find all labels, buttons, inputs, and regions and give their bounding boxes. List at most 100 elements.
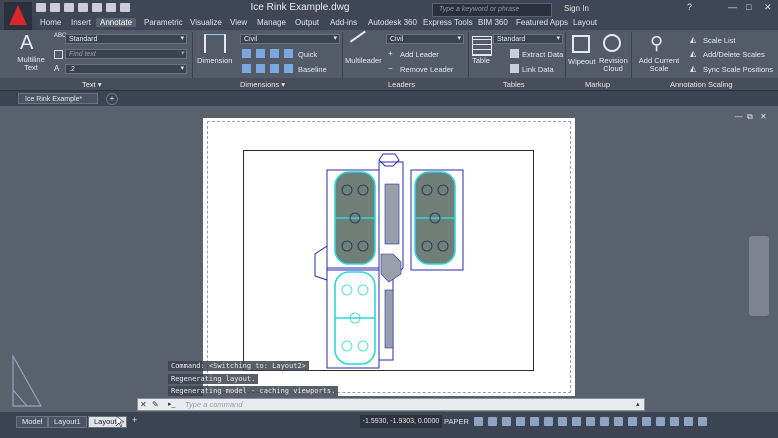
ordinate-dim-icon[interactable] [270,64,279,73]
tab-featured-apps[interactable]: Featured Apps [516,18,568,27]
add-leader-icon[interactable]: + [388,49,397,58]
save-icon[interactable] [64,3,74,13]
print-icon[interactable] [92,3,102,13]
tab-express-tools[interactable]: Express Tools [423,18,473,27]
plus-icon[interactable] [628,417,637,427]
transparency-icon[interactable] [572,417,581,427]
dimension-icon[interactable] [204,34,226,53]
sync-scale-positions-label[interactable]: Sync Scale Positions [703,65,773,74]
tab-manage[interactable]: Manage [257,18,286,27]
wipeout-icon[interactable] [572,35,590,53]
workspace-gear-icon[interactable] [614,417,623,427]
add-current-scale-icon[interactable]: ⚲ [650,34,668,52]
annotation-monitor-icon[interactable] [600,417,609,427]
revision-cloud-icon[interactable] [603,34,621,52]
tab-annotate[interactable]: Annotate [96,18,137,27]
tab-autodesk-360[interactable]: Autodesk 360 [368,18,417,27]
link-data-label[interactable]: Link Data [522,65,554,74]
command-history-toggle-icon[interactable]: ▴ [636,400,640,408]
add-current-scale-label[interactable]: Add Current Scale [637,57,681,73]
viewport-restore-button[interactable]: ⧉ [747,112,753,122]
viewport-close-button[interactable]: ✕ [760,112,767,121]
multileader-icon[interactable] [349,30,377,58]
clean-screen-icon[interactable] [684,417,693,427]
tab-view[interactable]: View [230,18,247,27]
check-spelling-icon[interactable]: ABC [54,33,66,42]
tab-add-ins[interactable]: Add-ins [330,18,357,27]
annotation-scaling-panel-label[interactable]: Annotation Scaling [670,80,733,89]
tab-output[interactable]: Output [295,18,319,27]
aligned-dim-icon[interactable] [256,49,265,58]
table-label[interactable]: Table [472,56,490,65]
document-tab[interactable]: Ice Rink Example* [18,93,98,104]
coordinates-readout[interactable]: -1.5930, -1.9303, 0.0000 [360,415,442,428]
remove-leader-label[interactable]: Remove Leader [400,65,453,74]
quick-dim-icon[interactable] [284,49,293,58]
wipeout-label[interactable]: Wipeout [568,57,596,66]
quick-label[interactable]: Quick [298,50,317,59]
extract-data-icon[interactable] [510,49,519,58]
multiline-text-label[interactable]: Multiline Text [16,56,46,72]
help-button[interactable]: ? [687,2,692,12]
tab-visualize[interactable]: Visualize [190,18,222,27]
add-delete-scales-icon[interactable]: ◭ [690,49,699,58]
tables-panel-label[interactable]: Tables [503,80,525,89]
customization-menu-icon[interactable] [698,417,707,427]
maximize-button[interactable]: □ [746,2,751,12]
diameter-dim-icon[interactable] [256,64,265,73]
find-text-input[interactable]: Find text [65,49,187,59]
dimension-style-select[interactable]: Civil [240,34,340,44]
baseline-label[interactable]: Baseline [298,65,327,74]
redo-icon[interactable] [120,3,130,13]
find-icon[interactable] [54,50,63,59]
paper-space-toggle[interactable]: PAPER [444,415,469,428]
application-menu-button[interactable] [4,2,32,30]
navigation-bar[interactable] [749,236,769,316]
revision-cloud-label[interactable]: Revision Cloud [599,57,628,73]
snap-icon[interactable] [488,417,497,427]
scale-list-label[interactable]: Scale List [703,36,736,45]
text-panel-label[interactable]: Text ▾ [82,80,102,89]
sync-scale-icon[interactable]: ◭ [690,64,699,73]
dimensions-panel-label[interactable]: Dimensions ▾ [240,80,285,89]
tab-layout1[interactable]: Layout1 [48,416,87,428]
close-command-line-icon[interactable]: ✕ [140,400,147,409]
osnap-icon[interactable] [530,417,539,427]
scale-list-icon[interactable]: ◭ [690,35,699,44]
customize-icon[interactable]: ✎ [152,400,159,409]
tab-bim-360[interactable]: BIM 360 [478,18,508,27]
linear-dim-icon[interactable] [242,49,251,58]
command-input[interactable]: Type a command [185,400,242,409]
lock-icon[interactable] [642,417,651,427]
new-tab-button[interactable]: + [106,93,118,105]
text-height-select[interactable]: .2 [65,64,187,74]
table-style-select[interactable]: Standard [493,34,563,44]
undo-icon[interactable] [106,3,116,13]
link-data-icon[interactable] [510,64,519,73]
text-style-select[interactable]: Standard [65,34,187,44]
multiline-text-icon[interactable]: A [20,33,38,53]
angular-dim-icon[interactable] [270,49,279,58]
lineweight-icon[interactable] [558,417,567,427]
tab-model[interactable]: Model [16,416,49,428]
otrack-icon[interactable] [544,417,553,427]
new-icon[interactable] [36,3,46,13]
close-button[interactable]: ✕ [764,2,772,13]
tab-insert[interactable]: Insert [71,18,91,27]
baseline-dim-icon[interactable] [284,64,293,73]
add-leader-label[interactable]: Add Leader [400,50,439,59]
tab-parametric[interactable]: Parametric [144,18,183,27]
isolate-icon[interactable] [656,417,665,427]
selection-cycling-icon[interactable] [586,417,595,427]
dimension-label[interactable]: Dimension [197,56,232,65]
leader-style-select[interactable]: Civil [386,34,464,44]
hardware-icon[interactable] [670,417,679,427]
polar-icon[interactable] [516,417,525,427]
leaders-panel-label[interactable]: Leaders [388,80,415,89]
add-delete-scales-label[interactable]: Add/Delete Scales [703,50,765,59]
save-as-icon[interactable] [78,3,88,13]
open-icon[interactable] [50,3,60,13]
ortho-icon[interactable] [502,417,511,427]
minimize-button[interactable]: — [728,2,737,12]
table-icon[interactable] [472,36,492,56]
